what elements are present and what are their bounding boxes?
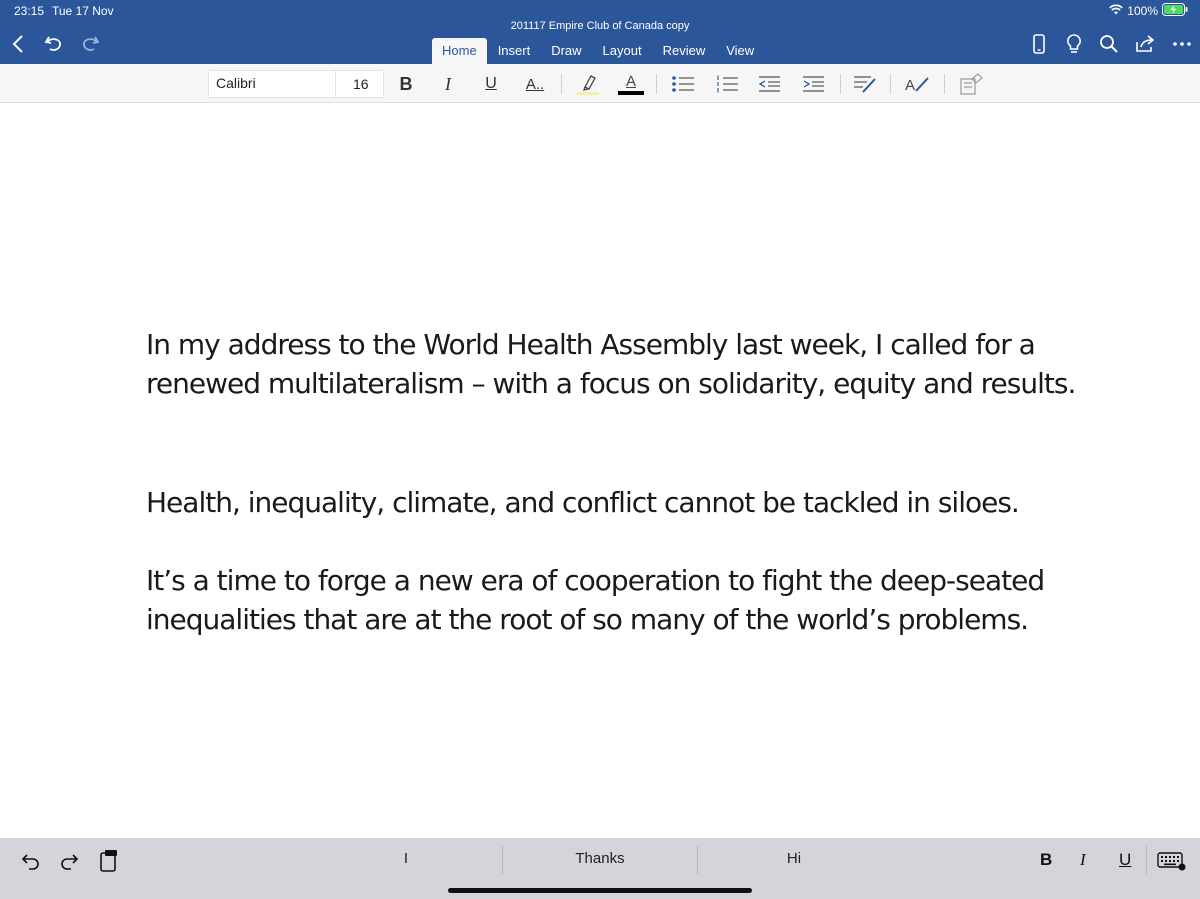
tab-home[interactable]: Home	[432, 38, 487, 64]
font-size-field[interactable]: 16	[353, 76, 369, 92]
kb-underline-button[interactable]: U	[1119, 850, 1131, 870]
lightbulb-icon[interactable]	[1062, 32, 1086, 56]
battery-percent: 100%	[1127, 4, 1158, 18]
increase-indent-icon[interactable]	[800, 73, 826, 95]
numbering-icon[interactable]	[714, 73, 740, 95]
keyboard-icon[interactable]	[1156, 848, 1188, 874]
search-icon[interactable]	[1097, 32, 1121, 56]
font-color-swatch	[618, 90, 644, 95]
bold-button[interactable]: B	[396, 73, 416, 95]
paragraph-3[interactable]: It’s a time to forge a new era of cooper…	[146, 561, 1096, 639]
ribbon-divider	[840, 74, 841, 94]
suggestion-2[interactable]: Thanks	[540, 850, 660, 867]
more-icon[interactable]	[1170, 32, 1194, 56]
paragraph-1[interactable]: In my address to the World Health Assemb…	[146, 325, 1096, 403]
tab-layout[interactable]: Layout	[593, 38, 652, 64]
suggestion-divider	[502, 846, 503, 874]
ribbon-divider	[944, 74, 945, 94]
suggestion-1[interactable]: I	[396, 850, 416, 867]
document-page[interactable]: In my address to the World Health Assemb…	[0, 103, 1200, 838]
status-time: 23:15	[14, 4, 45, 18]
ribbon-divider	[561, 74, 562, 94]
tab-view[interactable]: View	[716, 38, 764, 64]
ribbon-divider	[656, 74, 657, 94]
redo-icon[interactable]	[78, 32, 102, 56]
tab-insert[interactable]: Insert	[488, 38, 541, 64]
bullets-icon[interactable]	[670, 73, 696, 95]
highlighter-icon[interactable]	[575, 73, 601, 95]
back-icon[interactable]	[6, 32, 30, 56]
keyboard-shortcut-bar: I Thanks Hi B I U	[0, 838, 1200, 899]
clear-formatting-icon[interactable]	[958, 73, 984, 95]
underline-button[interactable]: U	[481, 73, 501, 95]
font-color-button[interactable]: A	[617, 73, 645, 95]
tab-review[interactable]: Review	[653, 38, 716, 64]
font-box-divider	[335, 71, 336, 97]
ribbon-tabs: Home Insert Draw Layout Review View	[432, 38, 765, 64]
kb-italic-button[interactable]: I	[1080, 850, 1086, 870]
paragraph-2[interactable]: Health, inequality, climate, and conflic…	[146, 483, 1096, 522]
share-icon[interactable]	[1133, 32, 1157, 56]
font-name-field[interactable]: Calibri	[216, 75, 256, 91]
suggestion-3[interactable]: Hi	[764, 850, 824, 867]
paste-icon[interactable]	[96, 848, 122, 874]
status-right: 100%	[1109, 3, 1188, 19]
status-date: Tue 17 Nov	[52, 4, 114, 18]
undo-icon[interactable]	[42, 32, 66, 56]
undo-icon[interactable]	[18, 848, 44, 874]
kb-bold-button[interactable]: B	[1040, 850, 1052, 870]
wifi-icon	[1109, 4, 1124, 18]
svg-text:A: A	[905, 77, 915, 94]
format-painter-icon[interactable]: A	[904, 73, 930, 95]
tab-draw[interactable]: Draw	[541, 38, 591, 64]
phone-view-icon[interactable]	[1027, 32, 1051, 56]
app-header: 23:15 Tue 17 Nov 100% 201117 Empire Club…	[0, 0, 1200, 64]
styles-icon[interactable]	[852, 73, 878, 95]
ribbon-divider	[890, 74, 891, 94]
redo-icon[interactable]	[56, 848, 82, 874]
font-color-letter: A	[625, 72, 636, 90]
document-title: 201117 Empire Club of Canada copy	[510, 20, 690, 32]
home-indicator[interactable]	[448, 888, 752, 893]
home-ribbon: Calibri 16 B I U A.. A A	[0, 64, 1200, 103]
keyboard-divider	[1146, 846, 1147, 874]
italic-button[interactable]: I	[438, 73, 458, 95]
decrease-indent-icon[interactable]	[756, 73, 782, 95]
suggestion-divider	[697, 846, 698, 874]
font-selector[interactable]: Calibri 16	[208, 70, 384, 98]
battery-icon	[1162, 3, 1188, 19]
more-formatting-button[interactable]: A..	[522, 73, 548, 95]
